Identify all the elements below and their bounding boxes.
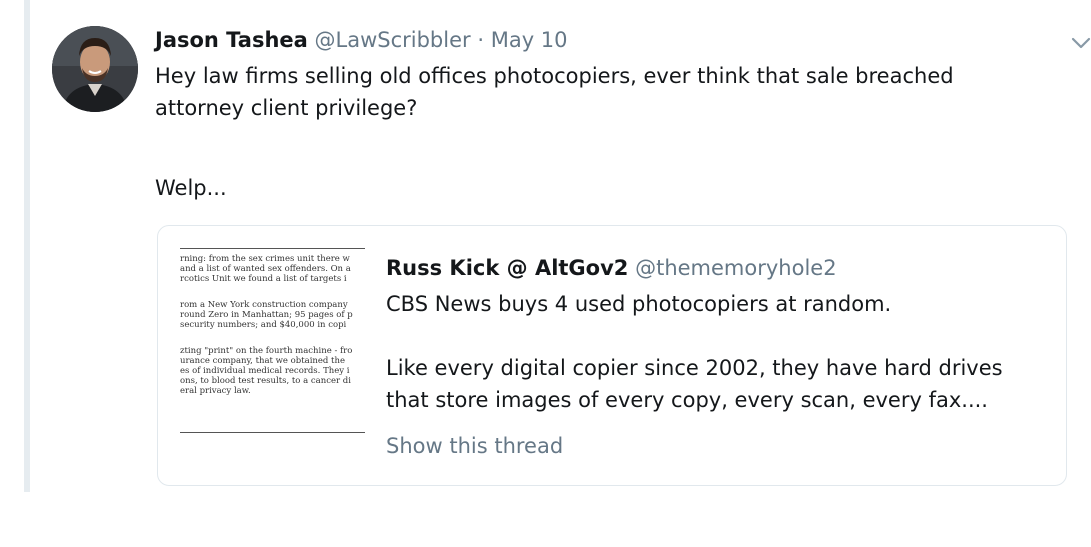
thumbnail-paragraph: rom a New York construction company roun…	[180, 300, 353, 330]
chevron-down-icon[interactable]	[1068, 30, 1091, 56]
thumbnail-paragraph: zting "print" on the fourth machine - fr…	[180, 346, 353, 396]
quoted-tweet-text: CBS News buys 4 used photocopiers at ran…	[386, 288, 1046, 416]
thumbnail-rule	[180, 248, 365, 249]
show-thread-link[interactable]: Show this thread	[386, 431, 563, 461]
author-name[interactable]: Jason Tashea	[155, 28, 308, 52]
thumbnail-rule	[180, 432, 365, 433]
quoted-author-name[interactable]: Russ Kick @ AltGov2	[386, 256, 628, 280]
quoted-text-line: Like every digital copier since 2002, th…	[386, 356, 1003, 412]
thread-line	[24, 0, 30, 492]
quoted-tweet-thumbnail: rning: from the sex crimes unit there w …	[180, 248, 365, 433]
tweet-text-line: Hey law firms selling old offices photoc…	[155, 64, 954, 120]
avatar[interactable]	[52, 26, 138, 112]
quoted-author-handle[interactable]: @thememoryhole2	[635, 256, 836, 280]
tweet-text-line: Welp...	[155, 176, 227, 200]
tweet-date[interactable]: May 10	[491, 28, 568, 52]
quoted-tweet-header: Russ Kick @ AltGov2 @thememoryhole2	[386, 254, 837, 282]
quoted-tweet-card[interactable]: rning: from the sex crimes unit there w …	[157, 225, 1067, 486]
author-handle[interactable]: @LawScribbler	[315, 28, 471, 52]
tweet-text: Hey law firms selling old offices photoc…	[155, 60, 1035, 204]
tweet-header: Jason Tashea @LawScribbler · May 10	[155, 26, 568, 54]
thumbnail-paragraph: rning: from the sex crimes unit there w …	[180, 254, 351, 284]
separator-dot: ·	[477, 28, 485, 52]
avatar-image	[52, 26, 138, 112]
quoted-text-line: CBS News buys 4 used photocopiers at ran…	[386, 292, 892, 316]
